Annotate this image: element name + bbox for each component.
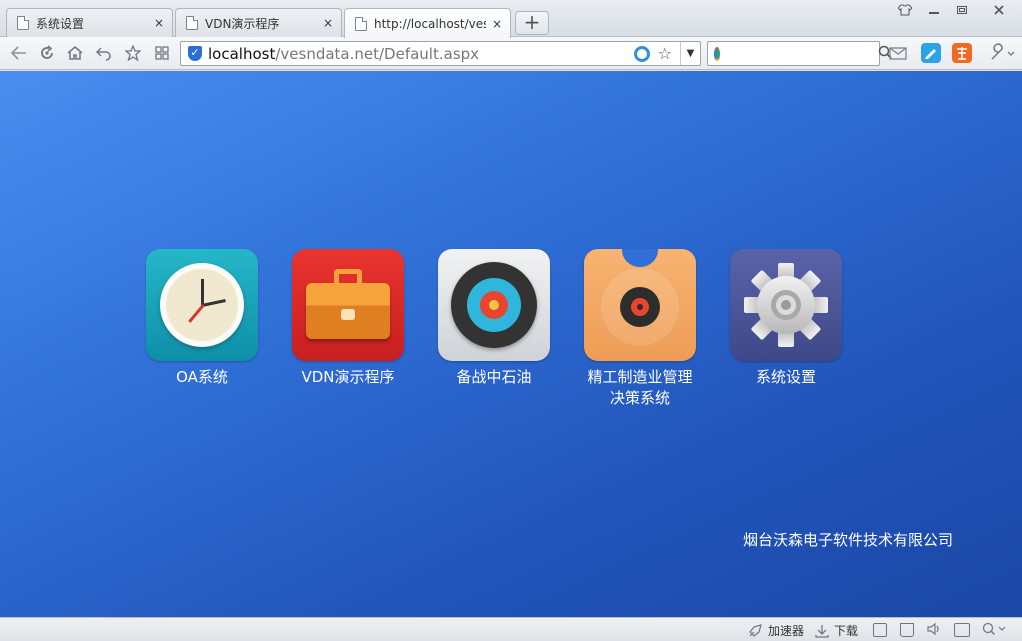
mail-icon[interactable] bbox=[888, 43, 908, 63]
app-precision-manufacturing[interactable]: 精工制造业管理 决策系统 bbox=[575, 249, 705, 409]
zoom-icon[interactable] bbox=[982, 622, 1010, 636]
minimize-icon[interactable] bbox=[922, 0, 946, 20]
app-label-line2: 决策系统 bbox=[609, 389, 670, 407]
navigation-bar: ✓ localhost/vesndata.net/Default.aspx ☆ … bbox=[0, 37, 1022, 70]
app-vdn-demo[interactable]: VDN演示程序 bbox=[283, 249, 413, 388]
url-host: localhost bbox=[208, 44, 276, 63]
app-oa-system[interactable]: OA系统 bbox=[137, 249, 267, 388]
url-path: /vesndata.net/Default.aspx bbox=[275, 44, 480, 63]
undo-close-button[interactable] bbox=[93, 42, 115, 64]
download-icon bbox=[815, 624, 829, 638]
accelerator-label: 加速器 bbox=[768, 624, 805, 638]
home-icon bbox=[67, 46, 83, 60]
tools-wrench-icon[interactable] bbox=[988, 43, 1016, 63]
app-label-line1: 精工制造业管理 bbox=[587, 368, 693, 386]
new-tab-button[interactable]: + bbox=[515, 11, 549, 35]
app-beizhan-cnpc[interactable]: 备战中石油 bbox=[429, 249, 559, 388]
tab-system-settings[interactable]: 系统设置 × bbox=[6, 8, 173, 37]
shield-icon: ✓ bbox=[188, 46, 202, 61]
shopping-icon[interactable] bbox=[952, 43, 972, 63]
note-icon[interactable] bbox=[921, 43, 941, 63]
url-text[interactable]: localhost/vesndata.net/Default.aspx bbox=[208, 45, 634, 63]
app-system-settings[interactable]: 系统设置 bbox=[721, 249, 851, 388]
briefcase-icon[interactable] bbox=[292, 249, 404, 361]
tab-vdn-demo[interactable]: VDN演示程序 × bbox=[175, 8, 342, 37]
status-bar: 加速器 下载 bbox=[0, 617, 1022, 641]
close-icon[interactable]: × bbox=[323, 16, 333, 30]
tab-strip: 系统设置 × VDN演示程序 × http://localhost/vesnda… bbox=[0, 0, 1022, 38]
record-icon[interactable] bbox=[584, 249, 696, 361]
search-box bbox=[707, 41, 892, 66]
app-label[interactable]: 备战中石油 bbox=[429, 367, 559, 388]
page-icon bbox=[355, 16, 367, 31]
screen-icon[interactable] bbox=[954, 623, 970, 637]
rocket-icon bbox=[749, 623, 762, 637]
clock-icon[interactable] bbox=[146, 249, 258, 361]
tab-title: 系统设置 bbox=[36, 16, 85, 31]
search-engine-icon[interactable] bbox=[714, 46, 720, 61]
address-bar[interactable]: ✓ localhost/vesndata.net/Default.aspx ☆ … bbox=[180, 41, 701, 66]
skin-icon[interactable] bbox=[893, 0, 917, 20]
ie-engine-icon[interactable] bbox=[633, 45, 650, 62]
app-label[interactable]: 系统设置 bbox=[721, 367, 851, 388]
tab-title: VDN演示程序 bbox=[205, 16, 280, 31]
window-close-icon[interactable] bbox=[984, 0, 1014, 20]
undo-icon bbox=[96, 47, 111, 61]
target-icon[interactable] bbox=[438, 249, 550, 361]
tab-default-aspx[interactable]: http://localhost/vesndata.net/Default.as… bbox=[344, 8, 511, 38]
refresh-button[interactable] bbox=[36, 42, 58, 64]
app-label[interactable]: VDN演示程序 bbox=[283, 367, 413, 388]
trash-icon[interactable] bbox=[900, 623, 914, 637]
favorites-button[interactable] bbox=[122, 42, 144, 64]
close-icon[interactable]: × bbox=[154, 16, 164, 30]
download-button[interactable]: 下载 bbox=[814, 622, 858, 639]
grid-icon bbox=[155, 46, 169, 60]
star-icon bbox=[125, 45, 141, 61]
close-icon[interactable]: × bbox=[492, 17, 502, 31]
app-label[interactable]: 精工制造业管理 决策系统 bbox=[575, 367, 705, 409]
download-label: 下载 bbox=[834, 624, 859, 638]
back-button[interactable] bbox=[8, 42, 30, 64]
restore-icon[interactable] bbox=[950, 0, 974, 20]
add-window-icon[interactable] bbox=[873, 623, 887, 637]
address-dropdown-button[interactable]: ▼ bbox=[680, 42, 700, 65]
page-icon bbox=[17, 16, 29, 30]
apps-button[interactable] bbox=[151, 42, 173, 64]
search-input[interactable] bbox=[724, 43, 874, 64]
accelerator-button[interactable]: 加速器 bbox=[748, 622, 804, 639]
home-button[interactable] bbox=[64, 42, 86, 64]
refresh-icon bbox=[41, 45, 53, 59]
arrow-left-icon bbox=[11, 46, 26, 60]
tab-title: http://localhost/vesndata.net/Default.as… bbox=[374, 16, 486, 31]
app-label[interactable]: OA系统 bbox=[137, 367, 267, 388]
gear-icon[interactable] bbox=[730, 249, 842, 361]
desktop-content: OA系统 VDN演示程序 备战中石油 精工制造业管理 决策系统 系统设置 烟台沃… bbox=[0, 71, 1022, 617]
sound-icon[interactable] bbox=[926, 622, 942, 636]
company-name: 烟台沃森电子软件技术有限公司 bbox=[743, 531, 954, 549]
bookmark-star-icon[interactable]: ☆ bbox=[658, 44, 672, 63]
page-icon bbox=[186, 16, 198, 30]
